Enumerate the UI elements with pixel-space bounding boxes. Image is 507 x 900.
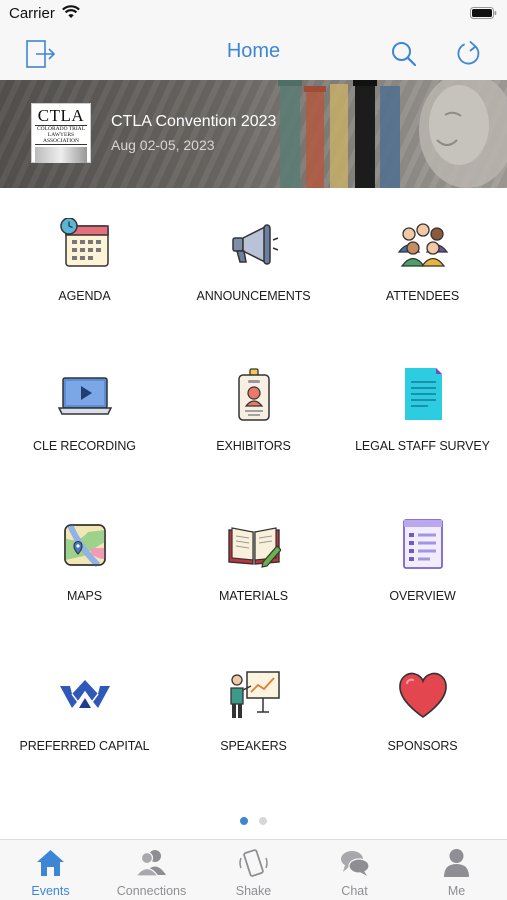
wifi-icon (62, 5, 80, 18)
tile-label: EXHIBITORS (216, 439, 291, 453)
house-icon (37, 850, 64, 876)
carrier-label: Carrier (9, 5, 55, 22)
tab-bar: Events Connections Shake Chat Me (0, 839, 507, 900)
tile-label: MATERIALS (218, 589, 289, 603)
connections-icon (135, 850, 166, 877)
document-icon (405, 368, 442, 420)
tile-exhibitors[interactable]: EXHIBITORS (169, 338, 338, 488)
tab-chat[interactable]: Chat (304, 840, 405, 900)
preferred-capital-logo-icon (60, 680, 110, 708)
tile-label: ANNOUNCEMENTS (196, 289, 311, 303)
list-window-icon (403, 519, 443, 569)
tile-label: SPEAKERS (220, 739, 287, 753)
tab-label: Connections (116, 884, 187, 898)
tab-connections[interactable]: Connections (101, 840, 202, 900)
tile-label: CLE RECORDING (33, 439, 136, 453)
tab-label: Me (447, 884, 466, 898)
tile-overview[interactable]: OVERVIEW (338, 488, 507, 638)
event-date: Aug 02-05, 2023 (111, 137, 215, 153)
tile-label: OVERVIEW (389, 589, 456, 603)
nav-bar: Home (0, 28, 507, 80)
logo-main-text: CTLA (37, 106, 85, 125)
tile-sponsors[interactable]: SPONSORS (338, 638, 507, 788)
tile-maps[interactable]: MAPS (0, 488, 169, 638)
event-banner[interactable]: CTLA COLORADO TRIAL LAWYERS ASSOCIATION … (0, 80, 507, 188)
logo-image (35, 147, 87, 163)
refresh-button[interactable] (451, 36, 487, 72)
tile-materials[interactable]: MATERIALS (169, 488, 338, 638)
battery-icon (470, 7, 497, 19)
tile-label: ATTENDEES (385, 289, 460, 303)
page-dot-1[interactable] (240, 817, 248, 825)
tile-agenda[interactable]: AGENDA (0, 188, 169, 338)
heart-icon (399, 672, 447, 718)
tile-preferred-capital[interactable]: PREFERRED CAPITAL (0, 638, 169, 788)
map-icon (64, 523, 106, 568)
search-button[interactable] (386, 36, 422, 72)
ctla-logo: CTLA COLORADO TRIAL LAWYERS ASSOCIATION (31, 103, 91, 163)
tile-label: SPONSORS (387, 739, 458, 753)
statue-bust-image (419, 80, 507, 188)
tab-label: Chat (341, 884, 368, 898)
tile-label: AGENDA (58, 289, 111, 303)
logo-sub-text: COLORADO TRIAL LAWYERS ASSOCIATION (35, 125, 87, 145)
page-dot-2[interactable] (259, 817, 267, 825)
people-group-icon (397, 223, 449, 267)
search-icon (392, 42, 417, 67)
tile-legal-staff-survey[interactable]: LEGAL STAFF SURVEY (338, 338, 507, 488)
person-icon (444, 849, 469, 877)
event-title: CTLA Convention 2023 (111, 113, 277, 130)
status-bar: Carrier (0, 0, 507, 28)
tab-label: Events (31, 884, 70, 898)
calendar-clock-icon (60, 218, 109, 267)
tile-label: PREFERRED CAPITAL (19, 739, 150, 753)
shake-phone-icon (239, 849, 268, 877)
tile-speakers[interactable]: SPEAKERS (169, 638, 338, 788)
chat-bubbles-icon (341, 851, 370, 876)
open-book-pencil-icon (228, 527, 281, 568)
presenter-board-icon (230, 671, 280, 718)
tab-events[interactable]: Events (0, 840, 101, 900)
page-indicator[interactable] (0, 817, 507, 825)
tab-label: Shake (235, 884, 272, 898)
tab-shake[interactable]: Shake (203, 840, 304, 900)
megaphone-icon (232, 224, 279, 265)
page-title: Home (226, 40, 281, 62)
tile-announcements[interactable]: ANNOUNCEMENTS (169, 188, 338, 338)
laptop-video-icon (58, 377, 112, 415)
id-badge-icon (238, 368, 270, 421)
tile-label: MAPS (66, 589, 103, 603)
refresh-icon (457, 41, 480, 65)
tile-label: LEGAL STAFF SURVEY (355, 439, 490, 453)
tile-attendees[interactable]: ATTENDEES (338, 188, 507, 338)
tile-cle-recording[interactable]: CLE RECORDING (0, 338, 169, 488)
tab-me[interactable]: Me (406, 840, 507, 900)
